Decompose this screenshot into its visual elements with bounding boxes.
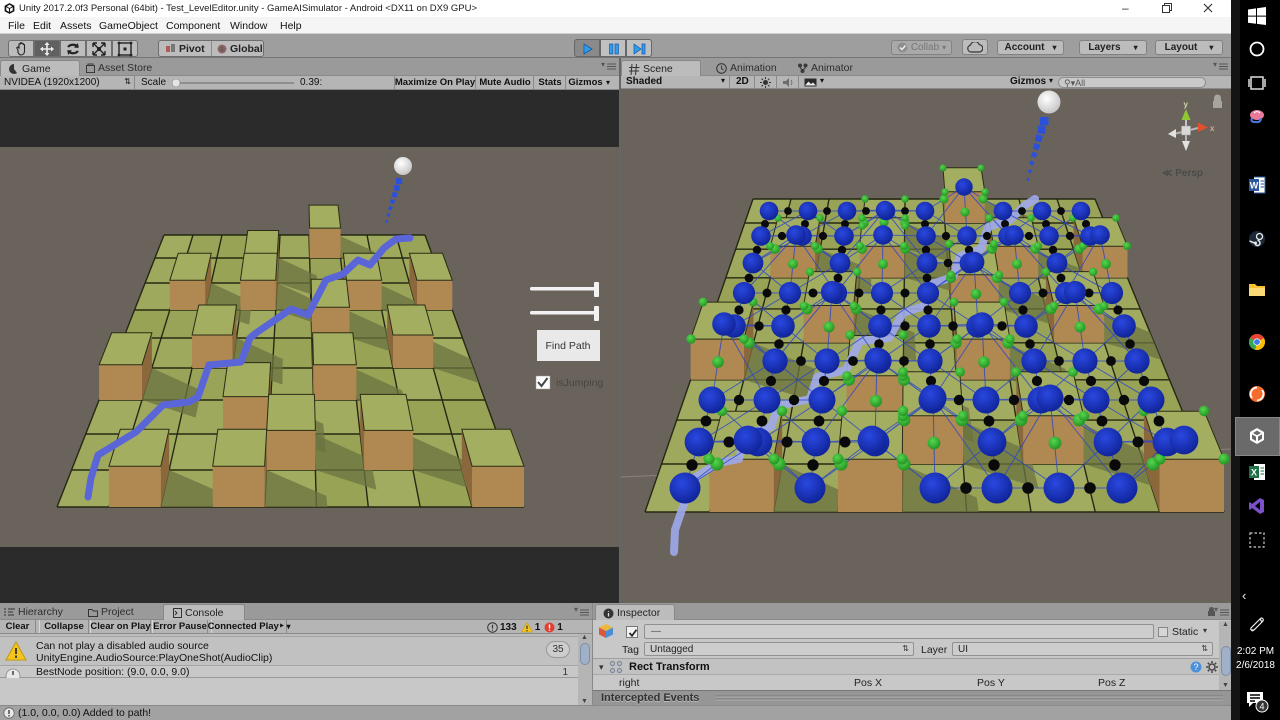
svg-text:Find Path: Find Path: [546, 340, 591, 352]
svg-text:≪ Persp: ≪ Persp: [1162, 168, 1203, 179]
svg-text:isJumping: isJumping: [556, 377, 603, 389]
svg-text:W: W: [1250, 181, 1259, 191]
svg-text:?: ?: [1193, 662, 1198, 672]
svg-text:x: x: [1210, 124, 1215, 133]
svg-text:X: X: [1251, 468, 1257, 478]
svg-text:4: 4: [1259, 702, 1264, 712]
svg-text:y: y: [1184, 100, 1189, 109]
